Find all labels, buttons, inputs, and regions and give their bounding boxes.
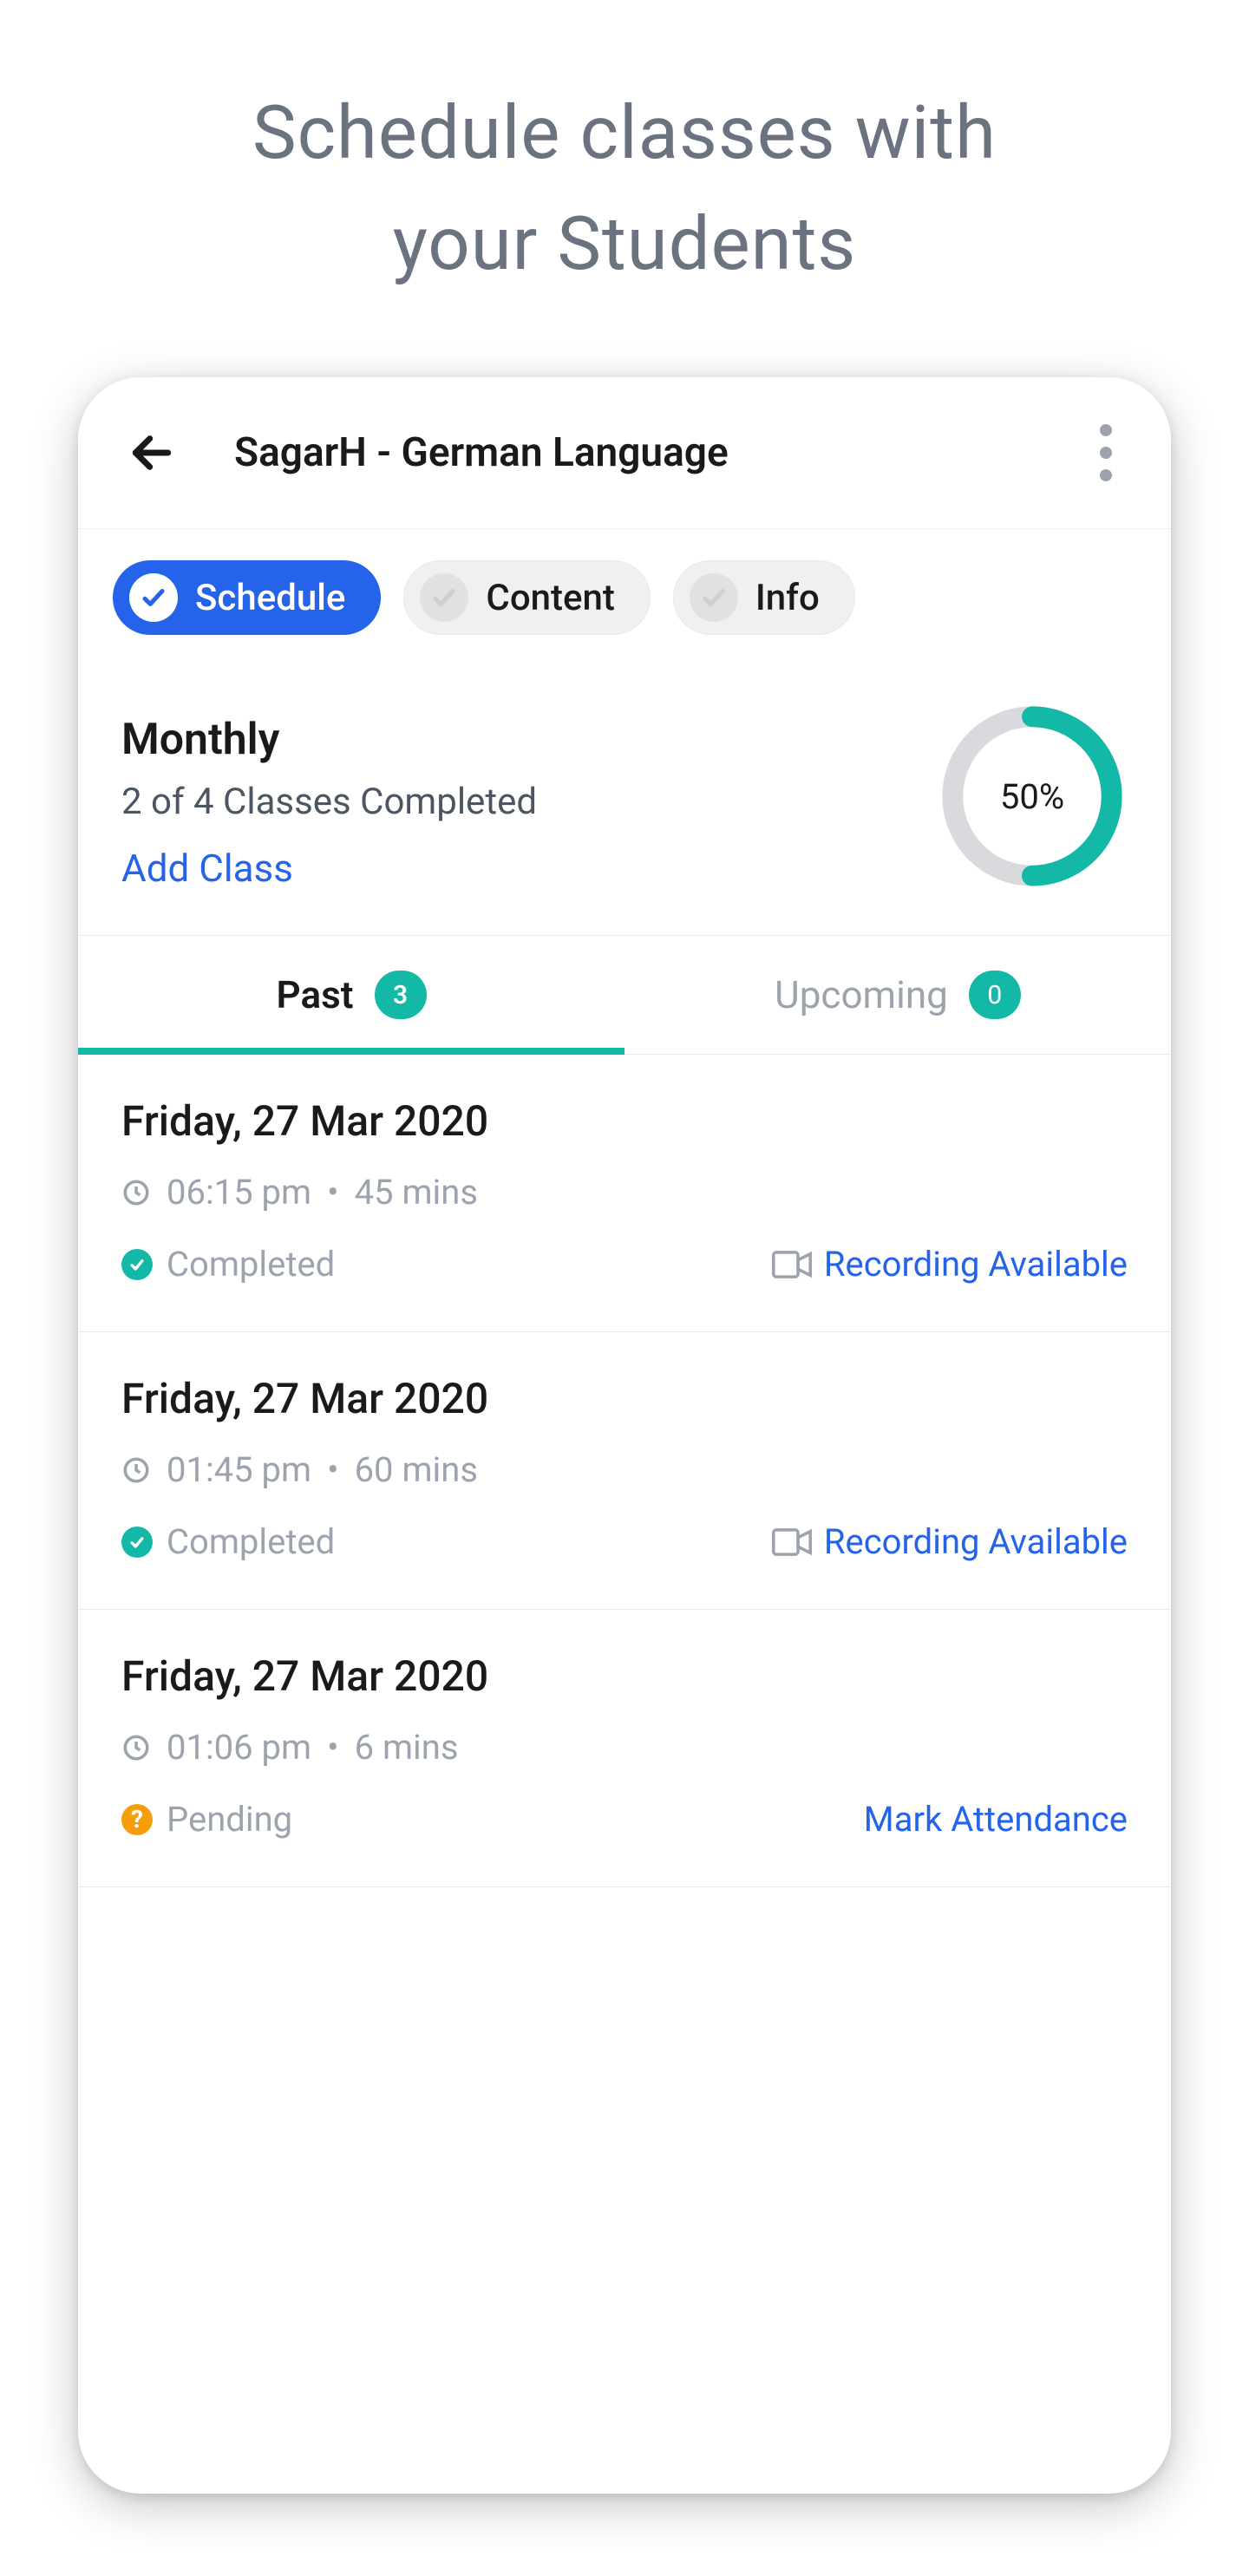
video-icon [772, 1250, 812, 1279]
status-text: Completed [167, 1521, 335, 1562]
bullet-separator: • [327, 1172, 339, 1213]
action-text: Recording Available [824, 1521, 1128, 1562]
bullet-separator: • [327, 1727, 339, 1768]
promo-line-1: Schedule classes with [0, 78, 1249, 189]
progress-ring: 50% [937, 701, 1128, 892]
back-button[interactable] [121, 422, 182, 483]
class-date: Friday, 27 Mar 2020 [121, 1096, 1128, 1146]
tab-schedule[interactable]: Schedule [113, 560, 381, 635]
phone-frame: SagarH - German Language Schedule Conten… [78, 377, 1171, 2494]
tab-info[interactable]: Info [673, 560, 855, 635]
video-icon [772, 1527, 812, 1557]
mark-attendance-link[interactable]: Mark Attendance [864, 1799, 1128, 1840]
status-chip: Completed [121, 1244, 335, 1285]
class-duration: 6 mins [355, 1727, 459, 1768]
tab-content[interactable]: Content [403, 560, 650, 635]
more-dots-icon [1100, 424, 1112, 436]
class-time: 06:15 pm [167, 1172, 311, 1213]
more-dots-icon [1100, 447, 1112, 459]
class-item[interactable]: Friday, 27 Mar 2020 01:06 pm • 6 mins ? … [78, 1610, 1171, 1887]
class-time: 01:06 pm [167, 1727, 311, 1768]
sub-tab-upcoming[interactable]: Upcoming 0 [624, 936, 1171, 1054]
check-circle-icon [690, 573, 738, 622]
plan-name: Monthly [121, 715, 937, 765]
progress-text: 2 of 4 Classes Completed [121, 781, 937, 823]
tab-label: Content [486, 577, 614, 619]
promo-line-2: your Students [0, 189, 1249, 300]
class-time-row: 01:06 pm • 6 mins [121, 1727, 1128, 1768]
sub-tab-label: Past [276, 972, 353, 1017]
sub-tab-past[interactable]: Past 3 [78, 936, 624, 1054]
class-time: 01:45 pm [167, 1449, 311, 1490]
promo-headline: Schedule classes with your Students [0, 78, 1249, 299]
count-badge: 3 [375, 971, 427, 1019]
course-summary: Course Monthly 2 of 4 Classes Completed … [78, 666, 1171, 935]
class-date: Friday, 27 Mar 2020 [121, 1374, 1128, 1423]
sub-tab-label: Upcoming [775, 972, 948, 1017]
back-arrow-icon [128, 428, 176, 477]
check-circle-icon [121, 1249, 153, 1280]
class-date: Friday, 27 Mar 2020 [121, 1651, 1128, 1701]
class-list: Friday, 27 Mar 2020 06:15 pm • 45 mins C… [78, 1055, 1171, 1887]
status-chip: ? Pending [121, 1799, 292, 1840]
clock-icon [121, 1733, 151, 1762]
action-text: Recording Available [824, 1244, 1128, 1285]
status-text: Completed [167, 1244, 335, 1285]
class-time-row: 06:15 pm • 45 mins [121, 1172, 1128, 1213]
add-class-button[interactable]: Add Class [121, 846, 937, 891]
recording-available-link[interactable]: Recording Available [772, 1244, 1128, 1285]
count-badge: 0 [969, 971, 1021, 1019]
main-tabs: Schedule Content Info [78, 529, 1171, 666]
class-time-row: 01:45 pm • 60 mins [121, 1449, 1128, 1490]
class-item[interactable]: Friday, 27 Mar 2020 06:15 pm • 45 mins C… [78, 1055, 1171, 1332]
progress-percent: 50% [937, 701, 1128, 892]
more-menu-button[interactable] [1084, 412, 1128, 494]
tab-label: Schedule [195, 577, 345, 619]
check-circle-icon [420, 573, 468, 622]
page-title: SagarH - German Language [234, 429, 729, 476]
action-text: Mark Attendance [864, 1799, 1128, 1840]
class-item[interactable]: Friday, 27 Mar 2020 01:45 pm • 60 mins C… [78, 1332, 1171, 1610]
clock-icon [121, 1178, 151, 1207]
status-text: Pending [167, 1799, 292, 1840]
check-circle-icon [129, 573, 178, 622]
status-chip: Completed [121, 1521, 335, 1562]
check-circle-icon [121, 1527, 153, 1558]
bullet-separator: • [327, 1449, 339, 1490]
question-circle-icon: ? [121, 1804, 153, 1835]
schedule-sub-tabs: Past 3 Upcoming 0 [78, 935, 1171, 1055]
class-duration: 45 mins [355, 1172, 478, 1213]
clock-icon [121, 1455, 151, 1485]
recording-available-link[interactable]: Recording Available [772, 1521, 1128, 1562]
tab-label: Info [755, 577, 820, 619]
more-dots-icon [1100, 469, 1112, 481]
class-duration: 60 mins [355, 1449, 478, 1490]
app-header: SagarH - German Language [78, 377, 1171, 529]
